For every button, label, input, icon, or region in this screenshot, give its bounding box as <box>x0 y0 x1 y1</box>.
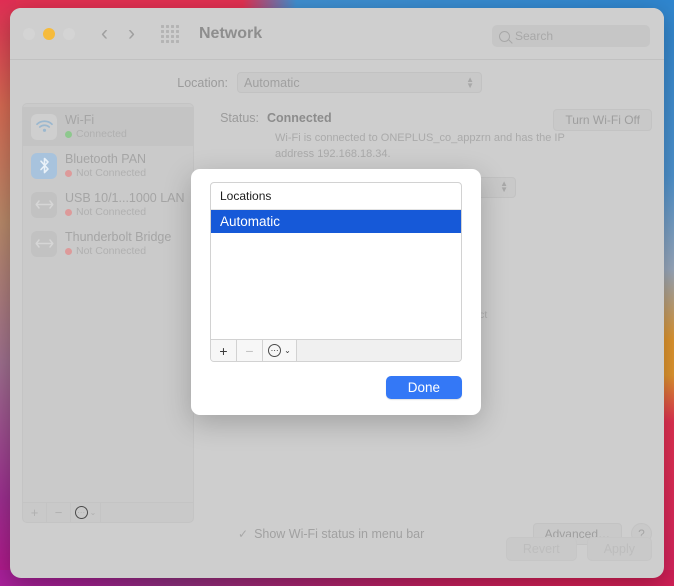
remove-location-button: − <box>237 340 263 361</box>
location-row: Location: Automatic ▲ ▼ <box>10 60 664 103</box>
service-status: Not Connected <box>65 206 185 218</box>
sidebar-item-bluetooth-pan[interactable]: Bluetooth PAN Not Connected <box>23 146 193 185</box>
sidebar-item-wifi[interactable]: Wi-Fi Connected <box>23 107 193 146</box>
service-name: Bluetooth PAN <box>65 152 147 166</box>
status-dot-icon <box>65 169 72 177</box>
location-dropdown[interactable]: Automatic ▲ ▼ <box>237 72 482 93</box>
traffic-lights <box>23 27 75 40</box>
service-list: Wi-Fi Connected Bluetooth PAN Not Connec… <box>22 103 194 502</box>
sidebar-item-thunderbolt-bridge[interactable]: Thunderbolt Bridge Not Connected <box>23 224 193 263</box>
apply-button[interactable]: Apply <box>586 537 652 561</box>
minimize-button[interactable] <box>43 27 55 40</box>
chevron-down-icon: ⌄ <box>284 346 291 355</box>
status-badge: Connected <box>267 111 332 125</box>
status-dot-icon <box>65 208 72 216</box>
page-title: Network <box>199 24 263 42</box>
status-dot-icon <box>65 130 72 138</box>
status-note: Wi-Fi is connected to ONEPLUS_co_appzrn … <box>275 132 565 160</box>
service-status: Connected <box>65 128 127 140</box>
locations-list: Automatic <box>211 210 461 339</box>
service-status-text: Not Connected <box>76 167 147 179</box>
search-input[interactable]: Search <box>492 25 650 47</box>
locations-list-box: Locations Automatic + − ⋯ ⌄ <box>210 182 462 362</box>
revert-button[interactable]: Revert <box>505 537 577 561</box>
bluetooth-icon <box>31 152 57 179</box>
network-services-sidebar: Wi-Fi Connected Bluetooth PAN Not Connec… <box>22 103 194 523</box>
wifi-icon <box>31 113 57 140</box>
remove-service-button[interactable]: − <box>47 503 71 522</box>
close-button[interactable] <box>23 27 35 40</box>
action-menu-icon: ⋯ <box>74 506 88 519</box>
dialog-footer: Done <box>210 376 462 399</box>
list-item[interactable]: Automatic <box>211 210 461 233</box>
search-placeholder: Search <box>515 29 554 43</box>
chevron-updown-icon: ▲ ▼ <box>500 179 508 195</box>
locations-toolbar: + − ⋯ ⌄ <box>211 339 461 361</box>
sidebar-item-usb-lan[interactable]: USB 10/1...1000 LAN Not Connected <box>23 185 193 224</box>
checkbox-label: Show Wi-Fi status in menu bar <box>254 527 425 541</box>
toolbar-filler <box>297 340 461 361</box>
search-icon <box>499 30 510 42</box>
sidebar-item-text: Thunderbolt Bridge Not Connected <box>65 230 171 257</box>
location-action-menu-button[interactable]: ⋯ ⌄ <box>263 340 297 361</box>
ethernet-icon <box>31 191 57 218</box>
status-label: Status: <box>220 111 259 125</box>
forward-icon[interactable]: › <box>128 23 135 44</box>
service-name: USB 10/1...1000 LAN <box>65 191 185 205</box>
zoom-button[interactable] <box>63 27 75 40</box>
ethernet-icon <box>31 230 57 257</box>
preferences-bottom-bar: ✓ Show Wi-Fi status in menu bar Advanced… <box>10 523 664 561</box>
location-label: Location: <box>177 75 228 90</box>
locations-list-header: Locations <box>211 183 461 210</box>
location-value: Automatic <box>244 75 300 90</box>
service-name: Thunderbolt Bridge <box>65 230 172 244</box>
service-status: Not Connected <box>65 167 146 179</box>
sidebar-item-text: Bluetooth PAN Not Connected <box>65 152 146 179</box>
show-all-grid-icon[interactable] <box>161 24 179 43</box>
navigation-arrows: ‹ › <box>101 23 135 44</box>
service-status: Not Connected <box>65 245 171 257</box>
footer-buttons: Revert Apply <box>505 537 652 561</box>
window-titlebar: ‹ › Network Search <box>10 8 664 60</box>
back-icon[interactable]: ‹ <box>101 23 108 44</box>
add-location-button[interactable]: + <box>211 340 237 361</box>
service-name: Wi-Fi <box>65 113 95 127</box>
service-status-text: Not Connected <box>76 245 147 257</box>
done-button[interactable]: Done <box>385 376 462 399</box>
sidebar-item-text: USB 10/1...1000 LAN Not Connected <box>65 191 185 218</box>
locations-dialog: Locations Automatic + − ⋯ ⌄ Done <box>191 169 481 415</box>
service-status-text: Connected <box>76 128 127 140</box>
service-action-menu-button[interactable]: ⋯ ⌄ <box>71 503 101 522</box>
turn-wifi-off-button[interactable]: Turn Wi-Fi Off <box>553 109 652 131</box>
add-service-button[interactable]: + <box>23 503 47 522</box>
status-dot-icon <box>65 247 72 255</box>
sidebar-toolbar: + − ⋯ ⌄ <box>22 502 194 523</box>
show-wifi-status-checkbox[interactable]: ✓ Show Wi-Fi status in menu bar <box>238 527 424 541</box>
action-menu-icon: ⋯ <box>268 344 282 357</box>
chevron-down-icon: ⌄ <box>89 508 97 517</box>
chevron-updown-icon: ▲ ▼ <box>466 74 474 90</box>
sidebar-item-text: Wi-Fi Connected <box>65 113 127 140</box>
checkmark-icon: ✓ <box>238 527 249 541</box>
service-status-text: Not Connected <box>76 206 147 218</box>
